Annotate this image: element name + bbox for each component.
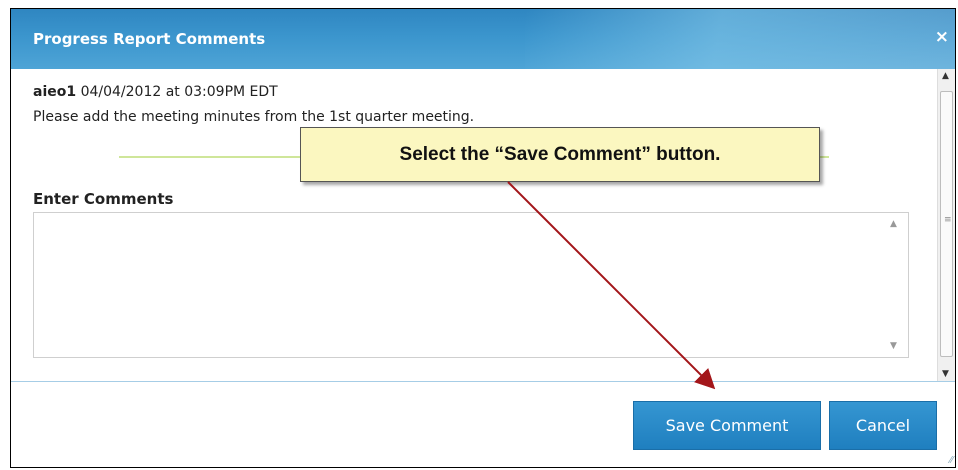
dialog-scrollbar[interactable]: ▲ ≡ ▼ xyxy=(937,69,955,381)
resize-handle-icon[interactable]: ⁄⁄ xyxy=(950,455,953,466)
titlebar-decoration xyxy=(525,9,955,69)
cancel-button[interactable]: Cancel xyxy=(829,401,937,450)
dialog-titlebar: Progress Report Comments × xyxy=(11,9,955,69)
comment-text: Please add the meeting minutes from the … xyxy=(33,109,475,125)
scrollbar-thumb[interactable]: ≡ xyxy=(940,91,953,357)
instruction-callout: Select the “Save Comment” button. xyxy=(300,127,820,182)
grip-icon: ≡ xyxy=(944,215,952,225)
dialog-footer: Save Comment Cancel ⁄⁄ xyxy=(11,382,955,467)
dialog-title: Progress Report Comments xyxy=(33,30,266,48)
comments-textarea[interactable] xyxy=(34,213,884,357)
close-icon[interactable]: × xyxy=(935,27,949,47)
scroll-down-icon[interactable]: ▼ xyxy=(890,341,897,351)
comments-textarea-container: ▲ ▼ xyxy=(33,212,909,358)
comment-timestamp: 04/04/2012 at 03:09PM EDT xyxy=(80,84,278,100)
enter-comments-label: Enter Comments xyxy=(33,190,174,208)
dialog-content: aieo1 04/04/2012 at 03:09PM EDT Please a… xyxy=(11,69,935,381)
textarea-scrollbar[interactable]: ▲ ▼ xyxy=(884,213,908,357)
save-comment-button[interactable]: Save Comment xyxy=(633,401,821,450)
scroll-up-icon[interactable]: ▲ xyxy=(942,71,949,81)
scroll-down-icon[interactable]: ▼ xyxy=(942,369,949,379)
dialog-window: Progress Report Comments × aieo1 04/04/2… xyxy=(10,8,956,468)
comment-meta: aieo1 04/04/2012 at 03:09PM EDT xyxy=(33,84,278,100)
scroll-up-icon[interactable]: ▲ xyxy=(890,219,897,229)
comment-author: aieo1 xyxy=(33,84,77,100)
